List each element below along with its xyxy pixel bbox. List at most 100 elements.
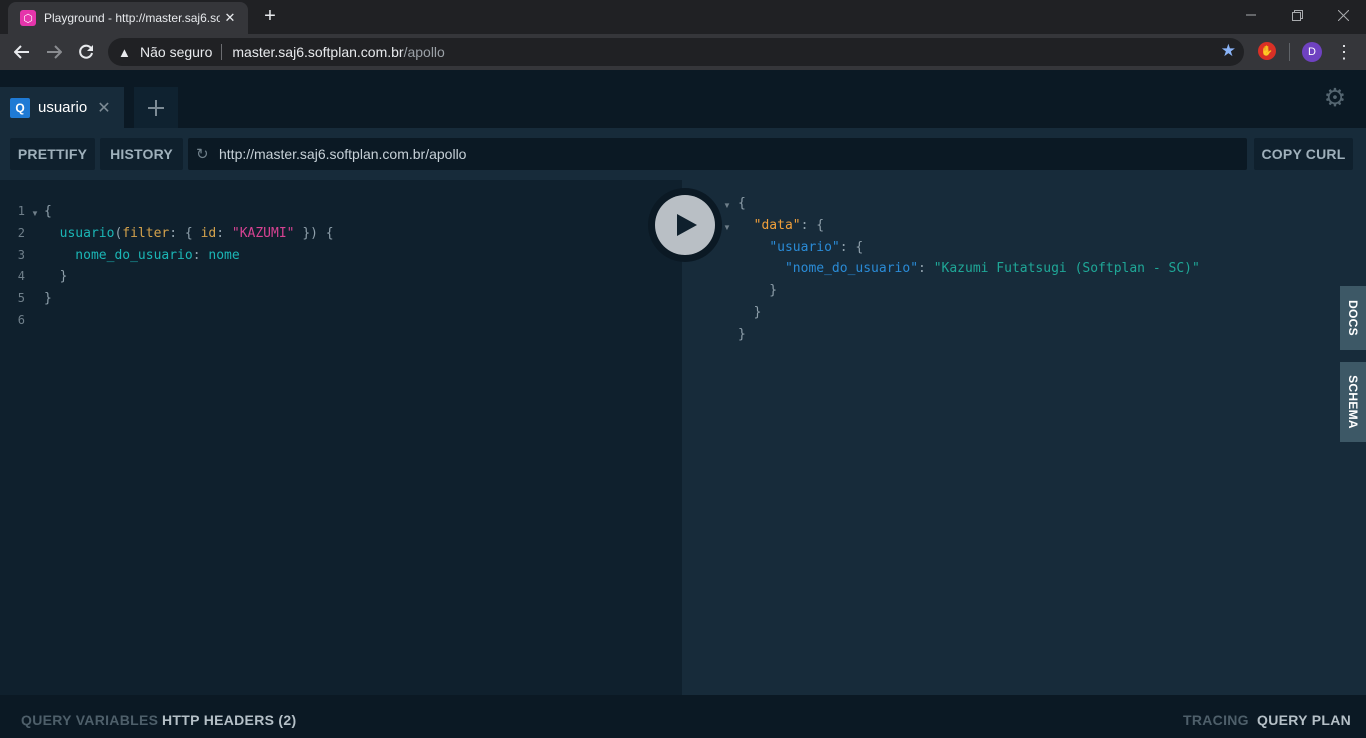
back-button[interactable] (8, 38, 36, 66)
close-window-button[interactable] (1320, 0, 1366, 30)
line-numbers: 1 2 3 4 5 6 (0, 201, 36, 332)
schema-tab[interactable]: SCHEMA (1340, 362, 1366, 442)
code-token: nome (208, 247, 240, 263)
bookmark-star-icon[interactable]: ★ (1221, 41, 1236, 61)
line-number: 4 (17, 269, 25, 284)
browser-toolbar: ▲ Não seguro master.saj6.softplan.com.br… (0, 34, 1366, 70)
editor-toolbar: PRETTIFY HISTORY ↻ http://master.saj6.so… (0, 128, 1366, 180)
close-window-icon (1337, 9, 1349, 21)
result-line: } (738, 302, 1200, 324)
code-token: "usuario" (769, 239, 840, 255)
execute-query-button[interactable] (648, 188, 722, 262)
url-host: master.saj6.softplan.com.br (232, 44, 404, 60)
code-token: nome_do_usuario (44, 247, 193, 263)
query-badge: Q (10, 97, 30, 118)
arrow-right-icon (47, 45, 62, 59)
code-token: } (738, 304, 762, 320)
profile-avatar[interactable]: D (1302, 42, 1322, 62)
code-token: filter (122, 225, 170, 241)
code-token: } (738, 326, 746, 342)
query-line: usuario(filter: { id: "KAZUMI" }) { (44, 223, 334, 245)
browser-tab[interactable]: ⬡ Playground - http://master.saj6.softpl… (8, 2, 248, 34)
playground-tab-bar: Q usuario ✕ (0, 70, 1366, 128)
arrow-left-icon (14, 45, 29, 59)
code-token: { (738, 196, 746, 211)
bottom-panel-bar: QUERY VARIABLES HTTP HEADERS (2) TRACING… (0, 695, 1366, 738)
result-line: "usuario": { (738, 237, 1200, 259)
result-line: { (738, 193, 1200, 215)
line-number: 3 (17, 247, 25, 262)
query-code[interactable]: { usuario(filter: { id: "KAZUMI" }) { no… (44, 201, 334, 332)
omnibox-divider (221, 44, 223, 60)
query-line: nome_do_usuario: nome (44, 245, 334, 267)
fold-arrow-icon[interactable]: ▼ (31, 209, 39, 218)
close-icon[interactable]: ✕ (222, 10, 238, 26)
code-token: }) { (294, 225, 334, 241)
query-variables-tab[interactable]: QUERY VARIABLES (21, 712, 158, 728)
docs-tab-label: DOCS (1346, 300, 1360, 336)
reload-icon (79, 44, 93, 59)
docs-tab[interactable]: DOCS (1340, 286, 1366, 350)
minimize-icon (1246, 14, 1256, 16)
reload-schema-icon[interactable]: ↻ (196, 145, 214, 163)
code-token: "Kazumi Futatsugi (Softplan - SC)" (933, 261, 1200, 277)
line-number: 1 (17, 204, 25, 218)
play-button-face (655, 195, 715, 255)
code-token: } (44, 291, 52, 307)
endpoint-input[interactable]: ↻ http://master.saj6.softplan.com.br/apo… (188, 138, 1247, 170)
query-line: } (44, 288, 334, 310)
address-bar[interactable]: ▲ Não seguro master.saj6.softplan.com.br… (108, 38, 1244, 66)
toolbar-divider (1289, 43, 1290, 61)
http-headers-tab[interactable]: HTTP HEADERS (2) (162, 712, 296, 728)
browser-tab-title: Playground - http://master.saj6.softplan… (44, 11, 220, 25)
play-icon (677, 214, 697, 236)
warning-icon: ▲ (118, 44, 131, 60)
tab-label: usuario (38, 99, 88, 116)
result-code: { "data": { "usuario": { "nome_do_usuari… (738, 193, 1200, 346)
fold-arrow-icon[interactable]: ▼ (723, 223, 731, 232)
line-number: 5 (17, 291, 25, 306)
result-line: } (738, 280, 1200, 302)
more-menu-icon[interactable]: ⋮ (1334, 40, 1354, 64)
copy-curl-button[interactable]: COPY CURL (1254, 138, 1353, 170)
graphql-icon: ⬡ (20, 10, 36, 26)
query-line (44, 310, 334, 332)
restore-icon (1291, 9, 1303, 21)
plus-icon (148, 99, 164, 116)
result-line: "data": { (738, 215, 1200, 237)
extension-icon[interactable]: ✋ (1258, 42, 1276, 60)
fold-arrow-icon[interactable]: ▼ (723, 201, 731, 210)
security-label[interactable]: Não seguro (140, 44, 212, 60)
line-number: 6 (17, 312, 25, 327)
code-token: : (216, 225, 232, 241)
close-icon[interactable]: ✕ (97, 98, 110, 118)
minimize-button[interactable] (1228, 0, 1274, 30)
url-path: /apollo (403, 44, 445, 60)
browser-tab-strip: ⬡ Playground - http://master.saj6.softpl… (0, 0, 1366, 34)
tracing-tab[interactable]: TRACING (1183, 712, 1249, 728)
tab-usuario[interactable]: Q usuario ✕ (0, 87, 124, 128)
code-token: : (192, 247, 209, 263)
forward-button[interactable] (40, 38, 68, 66)
add-tab-button[interactable] (134, 87, 178, 128)
code-token: id (200, 225, 217, 241)
code-token: } (738, 283, 778, 299)
restore-button[interactable] (1274, 0, 1320, 30)
schema-tab-label: SCHEMA (1346, 375, 1360, 429)
code-token: "nome_do_usuario" (784, 261, 919, 277)
new-tab-button[interactable]: + (258, 5, 282, 29)
code-token: { (44, 204, 52, 219)
prettify-button[interactable]: PRETTIFY (10, 138, 95, 170)
history-button[interactable]: HISTORY (100, 138, 183, 170)
code-token: "KAZUMI" (231, 225, 295, 241)
query-plan-tab[interactable]: QUERY PLAN (1257, 712, 1351, 728)
code-token: : { (839, 239, 864, 255)
endpoint-url: http://master.saj6.softplan.com.br/apoll… (219, 146, 467, 162)
reload-button[interactable] (72, 38, 100, 66)
line-number: 2 (17, 225, 25, 240)
settings-gear-icon[interactable]: ⚙ (1322, 85, 1348, 111)
code-token: } (44, 269, 68, 285)
